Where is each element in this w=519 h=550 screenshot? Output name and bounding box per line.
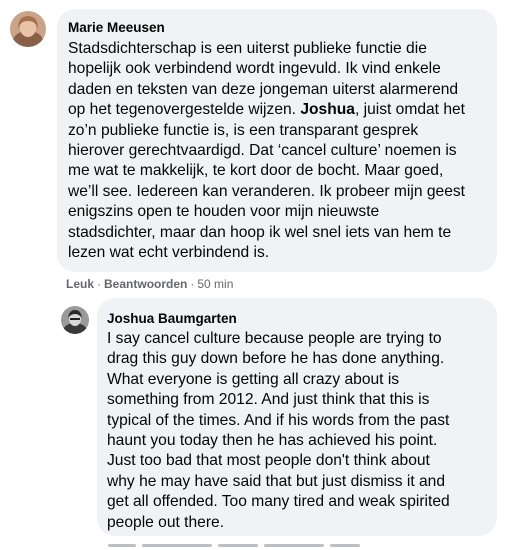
like-button[interactable]: Leuk — [66, 277, 94, 291]
cutoff-actions-row — [108, 540, 408, 550]
timestamp[interactable]: 50 min — [197, 277, 233, 291]
avatar[interactable] — [61, 306, 89, 334]
avatar[interactable] — [10, 11, 46, 47]
separator: · — [190, 277, 195, 291]
separator: · — [97, 277, 102, 291]
mention-link[interactable]: Joshua — [300, 101, 355, 118]
comment-bubble: Joshua Baumgarten I say cancel culture b… — [97, 298, 497, 536]
comment-bubble: Marie Meeusen Stadsdichterschap is een u… — [57, 9, 497, 272]
comment-author[interactable]: Marie Meeusen — [68, 19, 485, 36]
comment-text: Stadsdichterschap is een uiterst publiek… — [68, 40, 466, 262]
comment-text: I say cancel culture because people are … — [107, 330, 450, 531]
comment-author[interactable]: Joshua Baumgarten — [107, 310, 485, 327]
reply-button[interactable]: Beantwoorden — [104, 277, 187, 291]
comment-actions: Leuk · Beantwoorden · 50 min — [66, 276, 233, 292]
